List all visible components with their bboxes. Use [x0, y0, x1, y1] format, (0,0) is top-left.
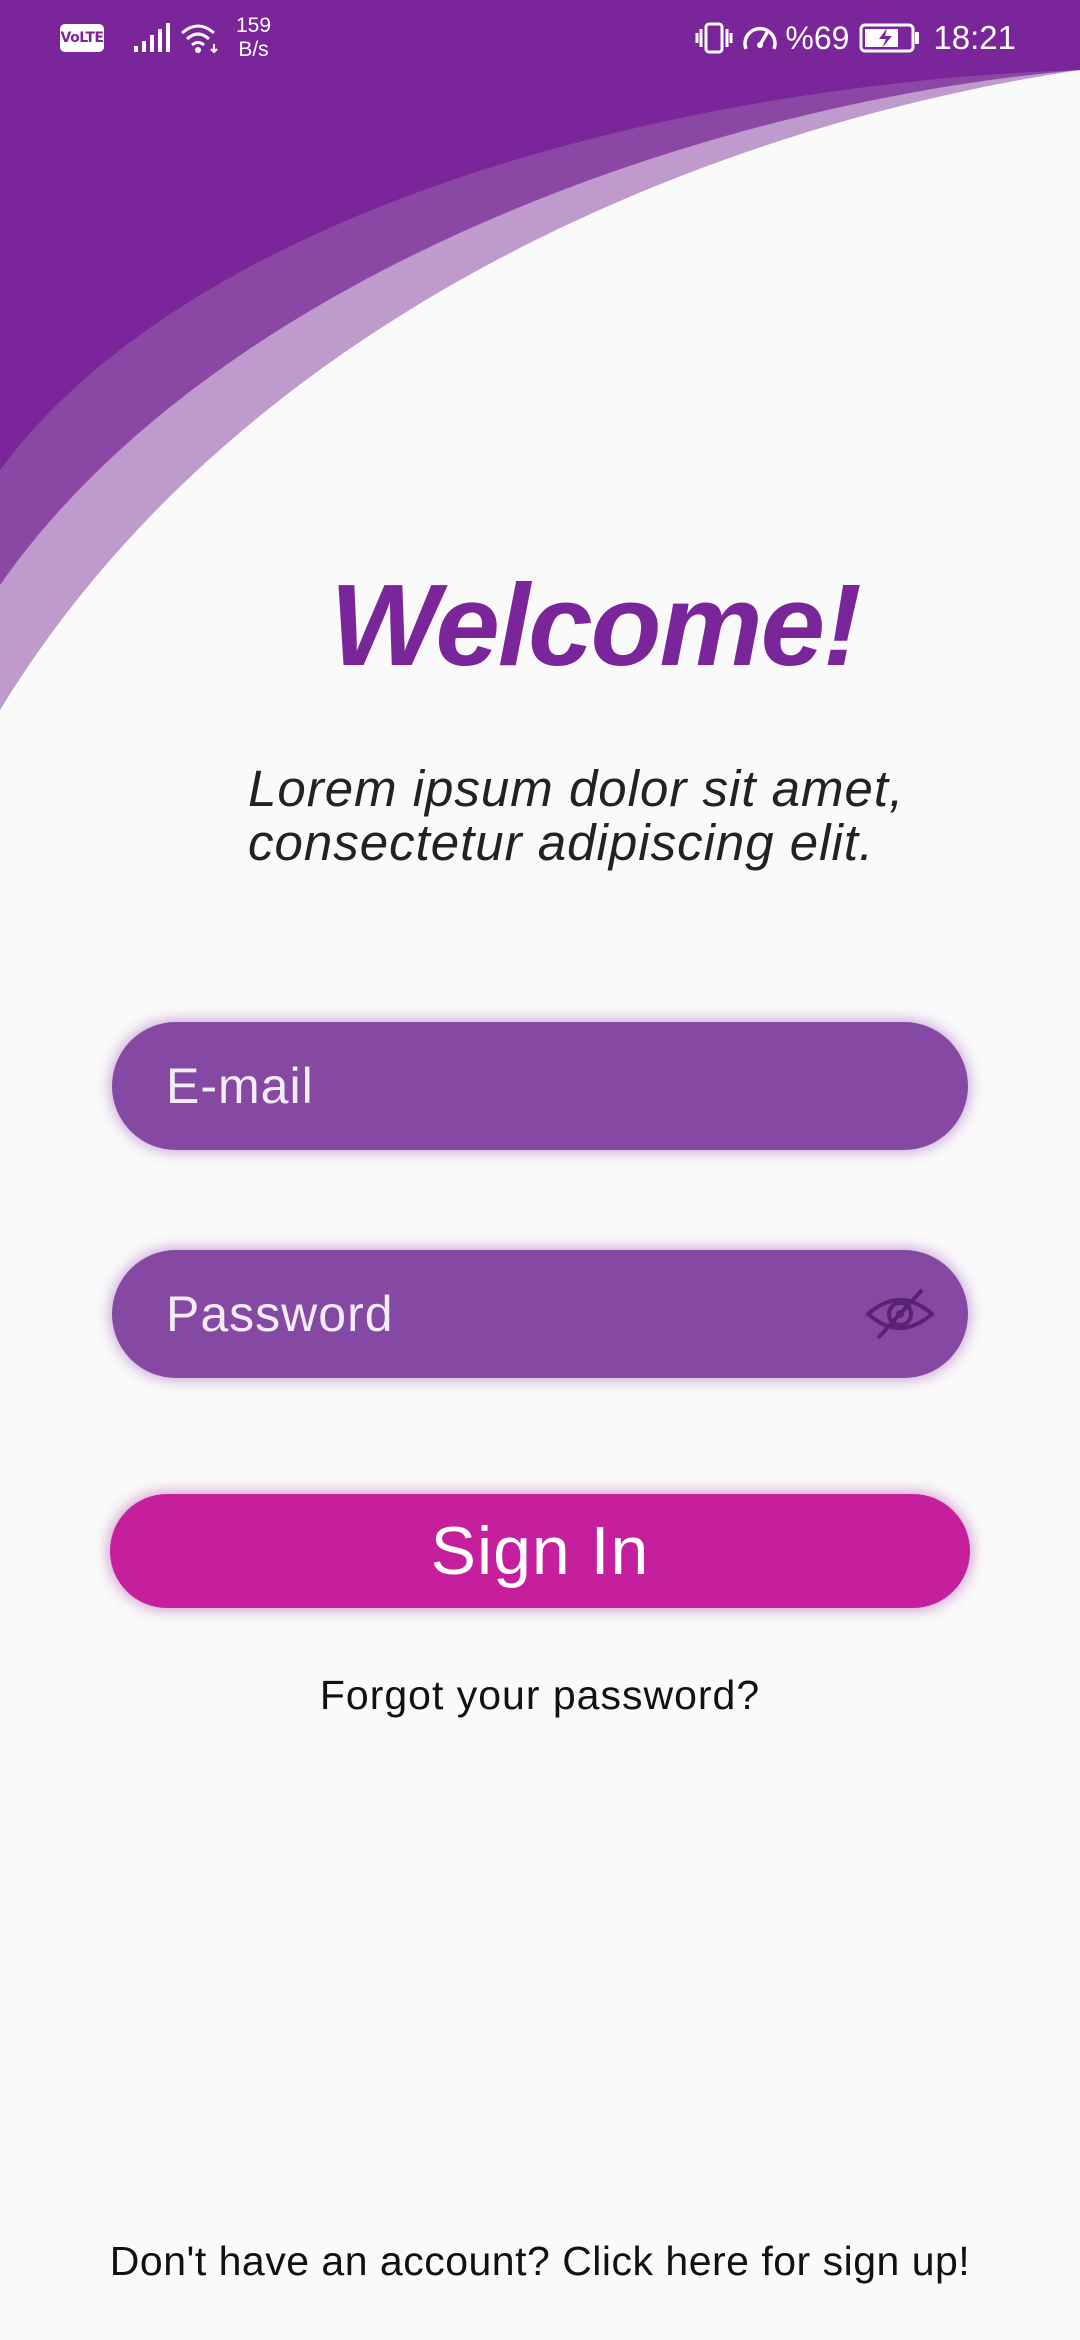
welcome-subtitle: Lorem ipsum dolor sit amet, consectetur …: [248, 762, 904, 870]
sign-in-button[interactable]: Sign In: [110, 1494, 970, 1608]
subtitle-line-1: Lorem ipsum dolor sit amet,: [248, 760, 905, 817]
volte-icon: VoLTE: [60, 24, 104, 52]
signal-icon: [134, 23, 170, 52]
login-screen: VoLTE 159 B/s %69 18:21 Welcome! Lorem i…: [0, 0, 1080, 2340]
battery-percentage: %69: [785, 19, 850, 56]
email-input[interactable]: [164, 1056, 848, 1116]
forgot-password-link[interactable]: Forgot your password?: [0, 1672, 1080, 1719]
password-input[interactable]: [164, 1284, 848, 1344]
battery-charging-icon: [859, 23, 920, 53]
subtitle-line-2: consectetur adipiscing elit.: [248, 814, 875, 871]
wifi-icon: [181, 24, 218, 54]
speedometer-icon: [743, 26, 778, 50]
eye-off-icon[interactable]: [864, 1284, 936, 1344]
password-field-container[interactable]: [112, 1250, 968, 1378]
status-bar: VoLTE 159 B/s %69 18:21: [0, 0, 1080, 76]
welcome-title: Welcome!: [330, 560, 862, 690]
network-speed-unit: B/s: [238, 38, 269, 61]
network-speed: 159 B/s: [236, 14, 271, 62]
vibrate-icon: [695, 22, 733, 54]
email-field-container[interactable]: [112, 1022, 968, 1150]
sign-up-link[interactable]: Don't have an account? Click here for si…: [0, 2238, 1080, 2285]
network-speed-value: 159: [236, 14, 272, 37]
clock: 18:21: [933, 19, 1016, 56]
